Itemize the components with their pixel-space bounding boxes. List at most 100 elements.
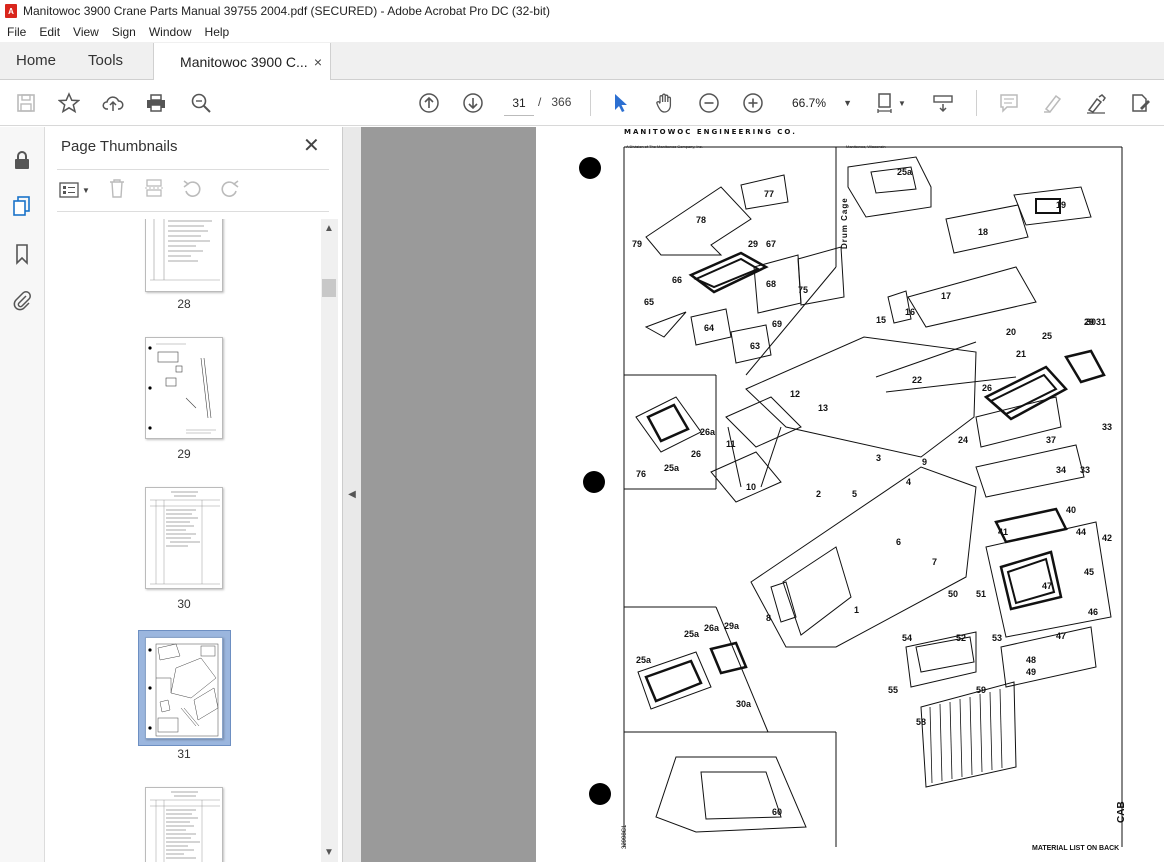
thumbnail-options-icon[interactable]: ▼ [59,182,90,198]
document-viewer[interactable]: MANITOWOC ENGINEERING CO. A Division of … [361,127,1164,862]
page-footer: MATERIAL LIST ON BACK [1032,845,1120,852]
thumbnail-page-32[interactable] [145,787,223,862]
part-label: 20 [1006,327,1017,337]
panel-collapse-handle[interactable]: ◀ [343,127,361,862]
part-label: 9 [922,457,928,467]
toolbar-divider [590,90,591,116]
exploded-parts-diagram [623,146,1123,847]
next-page-icon[interactable] [461,91,485,115]
page-count-label: / 366 [538,95,571,109]
chevron-down-icon[interactable]: ▼ [896,91,908,115]
scrollbar-thumb[interactable] [322,279,336,297]
thumbnail-page-30[interactable] [145,487,223,589]
hand-pan-icon[interactable] [653,91,677,115]
part-label: 5 [852,489,858,499]
part-label: 37 [1046,435,1057,445]
thumbnail-label: 31 [177,747,191,761]
main-toolbar: 31 / 366 66.7% ▼ ▼ [0,80,1164,126]
zoom-level-dropdown[interactable]: 66.7% ▼ [786,90,856,116]
tab-document[interactable]: Manitowoc 3900 C... × [153,43,332,80]
zoom-out-icon[interactable] [697,91,721,115]
bookmark-icon[interactable] [10,241,34,267]
part-label: 30a [736,699,752,709]
highlight-pen-icon[interactable] [1040,91,1064,115]
zoom-search-icon[interactable] [189,91,213,115]
part-label: 21 [1016,349,1027,359]
part-label: 79 [632,239,643,249]
lock-icon[interactable] [10,147,34,173]
page-separator: / [538,95,542,109]
part-label: 4 [906,477,912,487]
part-label: 76 [636,469,647,479]
panel-divider [57,169,329,170]
thumbnail-page-31[interactable] [145,637,223,739]
acrobat-pdf-icon: A [5,4,17,18]
part-label: 7 [932,557,938,567]
part-label: 18 [978,227,989,237]
part-label: 25a [897,167,913,177]
attachment-paperclip-icon[interactable] [10,287,34,313]
star-bookmark-icon[interactable] [57,91,81,115]
part-label: 40 [1066,505,1077,515]
page-number-input[interactable]: 31 [504,90,534,116]
menu-help[interactable]: Help [198,25,236,39]
part-label: 33 [1102,422,1113,432]
page-thumbnails-icon[interactable] [10,193,34,219]
sign-pen-icon[interactable] [1084,91,1108,115]
part-label: 47 [1042,581,1053,591]
part-label: 17 [941,291,952,301]
part-label: 69 [772,319,783,329]
document-page: MANITOWOC ENGINEERING CO. A Division of … [536,127,1164,862]
menu-edit[interactable]: Edit [32,25,66,39]
keyboard-tools-icon[interactable] [931,91,955,115]
total-pages: 366 [551,95,572,109]
left-navigation-rail [0,127,45,862]
part-label: 26a [700,427,716,437]
part-label: 6 [896,537,902,547]
part-label: 30 [1086,317,1097,327]
edit-document-icon[interactable] [1128,91,1152,115]
save-icon[interactable] [14,91,38,115]
rotate-right-icon[interactable] [220,178,240,203]
part-label: 25a [684,629,700,639]
part-label: 24 [958,435,969,445]
previous-page-icon[interactable] [417,91,441,115]
scroll-up-arrow-icon[interactable]: ▲ [324,223,334,234]
part-label: 1 [854,605,860,615]
panel-close-button[interactable]: ✕ [303,133,320,158]
part-label: 48 [1026,655,1037,665]
tab-tools[interactable]: Tools [72,42,139,79]
part-label: 25 [1042,331,1053,341]
upload-cloud-icon[interactable] [101,91,125,115]
thumbnail-tools: ▼ [59,177,240,203]
rotate-left-icon[interactable] [182,178,202,203]
tab-home[interactable]: Home [0,42,72,79]
thumbnail-scrollbar[interactable]: ▲ ▼ [321,219,338,862]
thumbnail-page-29[interactable] [145,337,223,439]
zoom-in-icon[interactable] [741,91,765,115]
menu-file[interactable]: File [0,25,32,39]
insert-page-icon[interactable] [144,178,164,203]
part-label: 45 [1084,567,1095,577]
delete-trash-icon[interactable] [108,178,126,203]
part-label: 60 [772,807,783,817]
part-label: 59 [976,685,987,695]
thumbnail-list: 28 29 30 31 [45,219,321,862]
scroll-down-arrow-icon[interactable]: ▼ [324,847,334,858]
window-titlebar: A Manitowoc 3900 Crane Parts Manual 3975… [0,0,1164,22]
part-label: 50 [948,589,959,599]
comment-icon[interactable] [997,91,1021,115]
menu-sign[interactable]: Sign [105,25,142,39]
part-label: 26 [982,383,993,393]
menu-window[interactable]: Window [142,25,198,39]
part-label: 53 [992,633,1003,643]
part-label: 58 [916,717,927,727]
print-icon[interactable] [144,91,168,115]
tab-close-button[interactable]: × [314,54,322,70]
thumbnail-label: 30 [177,597,191,611]
thumbnail-page-28[interactable] [145,219,223,292]
fit-page-icon[interactable] [874,91,898,115]
select-cursor-icon[interactable] [608,91,632,115]
tab-bar: Home Tools Manitowoc 3900 C... × [0,42,1164,80]
menu-view[interactable]: View [66,25,105,39]
